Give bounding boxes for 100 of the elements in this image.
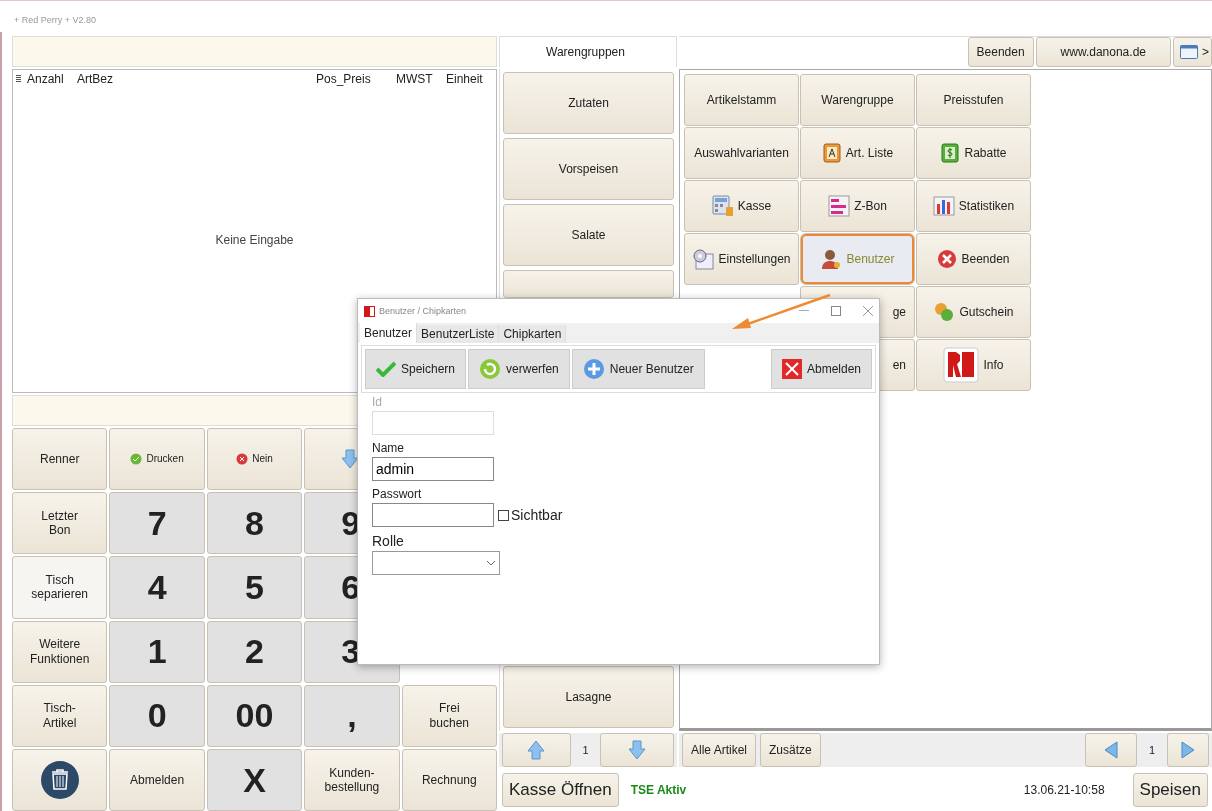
- visible-checkbox[interactable]: Sichtbar: [498, 507, 563, 523]
- number-key[interactable]: ,: [304, 684, 400, 747]
- trash-icon: [39, 759, 80, 800]
- function-key[interactable]: Nein: [206, 428, 303, 491]
- down-arrow-icon: [341, 449, 360, 470]
- calculator-icon: [711, 195, 734, 217]
- column-header: Pos_Preis: [315, 71, 372, 86]
- app-title: + Red Perry + V2.80: [14, 14, 97, 25]
- dialog-title: Benutzer / Chipkarten: [379, 306, 467, 316]
- date-time: 13.06.21-10:58: [1023, 783, 1105, 797]
- column-header: ArtBez: [76, 71, 114, 86]
- number-key[interactable]: 8: [206, 492, 303, 555]
- number-key[interactable]: 00: [206, 684, 303, 747]
- function-button[interactable]: Einstellungen: [684, 233, 799, 285]
- category-button[interactable]: Zutaten: [503, 72, 674, 134]
- add-icon: [582, 358, 605, 380]
- coins-icon: [933, 302, 956, 322]
- number-key[interactable]: 4: [109, 556, 205, 619]
- error-circle-icon: [236, 453, 249, 466]
- previous-page-button[interactable]: [1085, 733, 1137, 767]
- function-button[interactable]: Kasse: [684, 180, 799, 232]
- function-key[interactable]: Abmelden: [109, 748, 205, 811]
- function-key[interactable]: Frei buchen: [401, 684, 497, 747]
- book-icon: [821, 143, 842, 163]
- maximize-icon: [831, 306, 841, 316]
- function-key[interactable]: Tisch- Artikel: [12, 684, 108, 747]
- function-button[interactable]: Info: [916, 339, 1031, 391]
- scroll-up-button[interactable]: [502, 733, 571, 767]
- chevron-down-icon: [487, 560, 495, 566]
- undo-icon: [479, 358, 502, 380]
- function-key[interactable]: Renner: [12, 428, 108, 491]
- category-button[interactable]: Vorspeisen: [503, 138, 674, 200]
- article-button[interactable]: Zusätze: [760, 733, 821, 767]
- bar-chart-icon: [932, 196, 955, 216]
- header-button[interactable]: Beenden: [967, 37, 1034, 67]
- article-button[interactable]: Alle Artikel: [682, 733, 757, 767]
- next-page-button[interactable]: [1167, 733, 1209, 767]
- function-button[interactable]: Z-Bon: [800, 180, 915, 232]
- function-button[interactable]: Auswahlvarianten: [684, 127, 799, 179]
- close-icon: [863, 306, 873, 316]
- menu-button[interactable]: Speisen: [1132, 773, 1208, 807]
- function-button[interactable]: Statistiken: [916, 180, 1031, 232]
- field-label: Id: [372, 395, 383, 409]
- function-key[interactable]: Weitere Funktionen: [12, 620, 108, 683]
- window-button[interactable]: >: [1173, 37, 1212, 67]
- column-header: Anzahl: [26, 71, 65, 86]
- empty-message: Keine Eingabe: [215, 232, 294, 247]
- category-button[interactable]: Salate: [503, 204, 674, 266]
- function-button[interactable]: Preisstufen: [916, 74, 1031, 126]
- toolbar-button[interactable]: verwerfen: [468, 349, 570, 389]
- left-triangle-icon: [1103, 741, 1119, 759]
- user-icon: [820, 248, 843, 270]
- column-header: MWST: [395, 71, 434, 86]
- function-key[interactable]: Drucken: [109, 428, 205, 491]
- window-icon: [1180, 45, 1198, 59]
- page-number: 1: [1147, 744, 1157, 756]
- function-key[interactable]: Letzter Bon: [12, 492, 108, 555]
- function-key[interactable]: Kunden- bestellung: [304, 748, 400, 811]
- column-handle-icon: [16, 74, 21, 83]
- category-button[interactable]: [503, 270, 674, 298]
- report-icon: [828, 195, 851, 217]
- right-triangle-icon: [1180, 741, 1196, 759]
- close-icon: [781, 359, 802, 379]
- number-key[interactable]: 1: [109, 620, 205, 683]
- minimize-icon: [799, 310, 809, 312]
- page-number: 1: [581, 744, 590, 756]
- trash-key[interactable]: [12, 748, 108, 811]
- check-icon: [376, 361, 396, 377]
- toolbar-button[interactable]: Speichern: [365, 349, 467, 389]
- tab[interactable]: BenutzerListe: [417, 325, 500, 343]
- role-select[interactable]: [372, 551, 500, 575]
- logo-icon: [943, 347, 980, 383]
- number-key[interactable]: 2: [206, 620, 303, 683]
- input-field[interactable]: [372, 503, 494, 527]
- tse-status: TSE Aktiv: [630, 783, 687, 797]
- function-button[interactable]: Rabatte: [916, 127, 1031, 179]
- money-icon: [940, 143, 961, 163]
- function-button[interactable]: Beenden: [916, 233, 1031, 285]
- category-button[interactable]: Lasagne: [503, 666, 674, 728]
- function-key[interactable]: Tisch separieren: [12, 556, 108, 619]
- header-button[interactable]: www.danona.de: [1035, 37, 1171, 67]
- open-drawer-button[interactable]: Kasse Öffnen: [502, 773, 619, 807]
- number-key[interactable]: 0: [109, 684, 205, 747]
- function-button[interactable]: Warengruppe: [800, 74, 915, 126]
- function-button[interactable]: Art. Liste: [800, 127, 915, 179]
- toolbar-button[interactable]: Abmelden: [770, 349, 872, 389]
- toolbar-button[interactable]: Neuer Benutzer: [571, 349, 705, 389]
- number-key[interactable]: 5: [206, 556, 303, 619]
- up-arrow-icon: [527, 740, 546, 760]
- function-button[interactable]: Artikelstamm: [684, 74, 799, 126]
- cancel-icon: [937, 249, 958, 269]
- check-circle-icon: [130, 453, 143, 466]
- function-key[interactable]: Rechnung: [401, 748, 497, 811]
- tab[interactable]: Chipkarten: [499, 325, 567, 343]
- function-button[interactable]: Gutschein: [916, 286, 1031, 338]
- number-key[interactable]: X: [206, 748, 303, 811]
- input-field[interactable]: admin: [372, 457, 494, 481]
- scroll-down-button[interactable]: [600, 733, 674, 767]
- number-key[interactable]: 7: [109, 492, 205, 555]
- tab[interactable]: Benutzer: [360, 323, 418, 343]
